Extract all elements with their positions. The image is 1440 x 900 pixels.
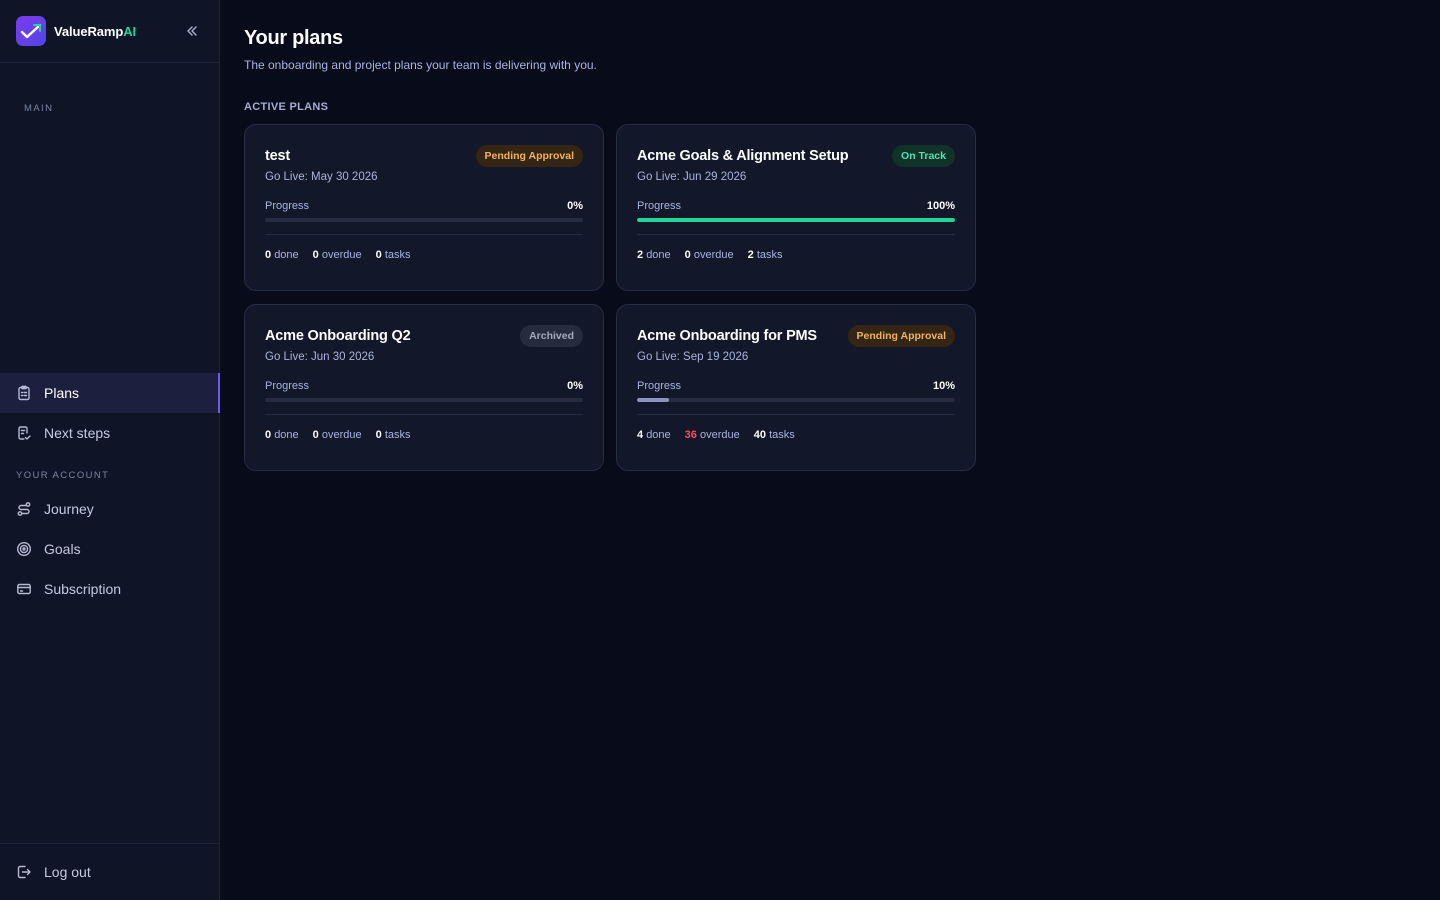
valueramp-logo-icon xyxy=(16,16,46,46)
card-divider xyxy=(265,234,583,235)
overdue-count: 0 overdue xyxy=(312,249,362,261)
progress-percent: 10% xyxy=(932,380,955,392)
plans-grid: test Pending Approval Go Live: May 30 20… xyxy=(244,124,1416,471)
sidebar-item-next-steps[interactable]: Next steps xyxy=(0,413,219,453)
sidebar-item-plans[interactable]: Plans xyxy=(0,372,220,413)
plan-title: Acme Goals & Alignment Setup xyxy=(637,148,849,164)
sidebar-item-label: Next steps xyxy=(44,424,111,441)
section-label-account: YOUR ACCOUNT xyxy=(16,469,110,481)
progress-label: Progress xyxy=(637,200,682,212)
sidebar: ValueRampAI MAIN Plans Next steps YOUR A… xyxy=(0,0,220,900)
tasks-count: 0 tasks xyxy=(375,249,411,261)
status-badge: Pending Approval xyxy=(847,325,955,347)
brand-name: ValueRampAI xyxy=(54,23,136,39)
progress-bar xyxy=(637,218,955,222)
sidebar-item-label: Plans xyxy=(44,384,80,401)
plan-stats: 4 done 36 overdue 40 tasks xyxy=(637,429,955,441)
main-content: Your plans The onboarding and project pl… xyxy=(220,0,1440,900)
card-divider xyxy=(265,414,583,415)
done-count: 4 done xyxy=(637,429,671,441)
go-live-date: Go Live: May 30 2026 xyxy=(265,171,378,183)
page-subtitle: The onboarding and project plans your te… xyxy=(244,58,597,72)
tasks-count: 0 tasks xyxy=(375,429,411,441)
active-plans-label: ACTIVE PLANS xyxy=(244,101,329,113)
status-badge: Pending Approval xyxy=(475,145,583,167)
progress-bar xyxy=(265,218,583,222)
clipboard-icon xyxy=(16,385,32,401)
sidebar-item-label: Goals xyxy=(44,540,81,557)
plan-card[interactable]: Acme Onboarding Q2 Archived Go Live: Jun… xyxy=(244,304,604,471)
go-live-date: Go Live: Jun 30 2026 xyxy=(265,351,375,363)
collapse-sidebar-button[interactable] xyxy=(181,20,203,42)
status-badge: On Track xyxy=(892,145,955,167)
plan-card[interactable]: test Pending Approval Go Live: May 30 20… xyxy=(244,124,604,291)
progress-bar-fill xyxy=(637,398,669,402)
page-title: Your plans xyxy=(244,27,343,49)
progress-percent: 0% xyxy=(567,200,583,212)
sidebar-item-label: Subscription xyxy=(44,580,122,597)
logout-button[interactable]: Log out xyxy=(0,852,219,892)
credit-card-icon xyxy=(16,581,32,597)
done-count: 0 done xyxy=(265,429,299,441)
overdue-count: 0 overdue xyxy=(684,249,734,261)
go-live-date: Go Live: Jun 29 2026 xyxy=(637,171,747,183)
progress-percent: 100% xyxy=(926,200,955,212)
sidebar-item-label: Journey xyxy=(44,500,94,517)
progress-label: Progress xyxy=(265,200,310,212)
plan-title: test xyxy=(265,148,290,164)
plan-stats: 0 done 0 overdue 0 tasks xyxy=(265,429,583,441)
plan-card[interactable]: Acme Goals & Alignment Setup On Track Go… xyxy=(616,124,976,291)
logout-label: Log out xyxy=(44,864,91,880)
plan-card[interactable]: Acme Onboarding for PMS Pending Approval… xyxy=(616,304,976,471)
progress-bar xyxy=(637,398,955,402)
card-divider xyxy=(637,234,955,235)
status-badge: Archived xyxy=(520,325,583,347)
progress-bar xyxy=(265,398,583,402)
tasks-count: 2 tasks xyxy=(747,249,783,261)
progress-bar-fill xyxy=(637,218,955,222)
plan-stats: 2 done 0 overdue 2 tasks xyxy=(637,249,955,261)
plan-title: Acme Onboarding Q2 xyxy=(265,328,411,344)
go-live-date: Go Live: Sep 19 2026 xyxy=(637,351,749,363)
brand-header: ValueRampAI xyxy=(0,0,219,63)
progress-label: Progress xyxy=(265,380,310,392)
logout-icon xyxy=(16,864,32,880)
progress-label: Progress xyxy=(637,380,682,392)
plan-title: Acme Onboarding for PMS xyxy=(637,328,817,344)
section-label-main: MAIN xyxy=(24,103,54,114)
sidebar-item-subscription[interactable]: Subscription xyxy=(0,569,219,609)
plan-stats: 0 done 0 overdue 0 tasks xyxy=(265,249,583,261)
progress-percent: 0% xyxy=(567,380,583,392)
card-divider xyxy=(637,414,955,415)
done-count: 0 done xyxy=(265,249,299,261)
done-count: 2 done xyxy=(637,249,671,261)
sidebar-item-journey[interactable]: Journey xyxy=(0,489,219,529)
sidebar-item-goals[interactable]: Goals xyxy=(0,529,219,569)
target-icon xyxy=(16,541,32,557)
route-icon xyxy=(16,501,32,517)
sidebar-footer: Log out xyxy=(0,843,219,900)
checklist-icon xyxy=(16,425,32,441)
overdue-count: 0 overdue xyxy=(312,429,362,441)
overdue-count: 36 overdue xyxy=(684,429,740,441)
chevrons-left-icon xyxy=(187,26,197,36)
tasks-count: 40 tasks xyxy=(753,429,795,441)
